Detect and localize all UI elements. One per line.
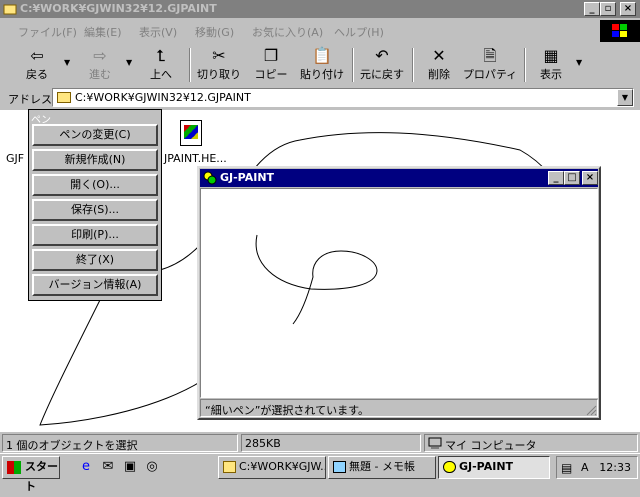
gjpaint-maximize-button[interactable]: □: [564, 171, 580, 185]
gjpaint-minimize-button[interactable]: _: [548, 171, 564, 185]
print-button[interactable]: 印刷(P)...: [32, 224, 158, 246]
exit-button[interactable]: 終了(X): [32, 249, 158, 271]
gjpaint-app-icon: [443, 461, 456, 473]
about-button[interactable]: バージョン情報(A): [32, 274, 158, 296]
clock[interactable]: 12:33: [599, 461, 631, 474]
new-button[interactable]: 新規作成(N): [32, 149, 158, 171]
outlook-icon[interactable]: ✉: [100, 459, 116, 475]
gjpaint-title: GJ-PAINT: [220, 171, 275, 184]
resize-grip-icon[interactable]: [585, 404, 597, 416]
canvas-stroke: [255, 234, 378, 325]
gjpaint-status-text: “細いペン”が選択されています。: [205, 404, 369, 417]
channels-icon[interactable]: ◎: [144, 459, 160, 475]
task-gjpaint[interactable]: GJ-PAINT: [438, 456, 550, 479]
explorer-status-bar: 1 個のオブジェクトを選択 285KB マイ コンピュータ: [0, 433, 640, 452]
gjpaint-app-icon: [203, 171, 217, 185]
desktop-icon[interactable]: ▣: [122, 459, 138, 475]
pen-menu: ペン ペンの変更(C) 新規作成(N) 開く(O)... 保存(S)... 印刷…: [28, 109, 162, 301]
notepad-icon: [333, 461, 346, 473]
status-selection: 1 個のオブジェクトを選択: [2, 434, 238, 452]
ime-indicator[interactable]: A: [581, 461, 589, 474]
windows-logo-icon: [7, 461, 21, 474]
taskbar: スタート e ✉ ▣ ◎ C:¥WORK¥GJW... 無題 - メモ帳 GJ-…: [0, 453, 640, 493]
gjpaint-window: GJ-PAINT _ □ × “細いペン”が選択されています。: [197, 166, 601, 420]
my-computer-icon: [428, 437, 442, 449]
status-location: マイ コンピュータ: [424, 434, 638, 452]
folder-icon: [223, 461, 236, 473]
pen-change-button[interactable]: ペンの変更(C): [32, 124, 158, 146]
start-button[interactable]: スタート: [2, 456, 60, 493]
internet-explorer-icon[interactable]: e: [78, 459, 94, 475]
task-notepad[interactable]: 無題 - メモ帳: [328, 456, 436, 479]
open-button[interactable]: 開く(O)...: [32, 174, 158, 196]
gjpaint-close-button[interactable]: ×: [582, 171, 598, 185]
status-size: 285KB: [241, 434, 421, 452]
gjpaint-canvas[interactable]: [200, 188, 598, 398]
gjpaint-status-bar: “細いペン”が選択されています。: [200, 399, 598, 417]
tray-app-icon[interactable]: ▤: [561, 461, 572, 475]
save-button[interactable]: 保存(S)...: [32, 199, 158, 221]
task-explorer[interactable]: C:¥WORK¥GJW...: [218, 456, 326, 479]
system-tray: ▤ A 12:33: [556, 456, 638, 479]
gjpaint-title-bar[interactable]: GJ-PAINT _ □ ×: [200, 169, 598, 187]
